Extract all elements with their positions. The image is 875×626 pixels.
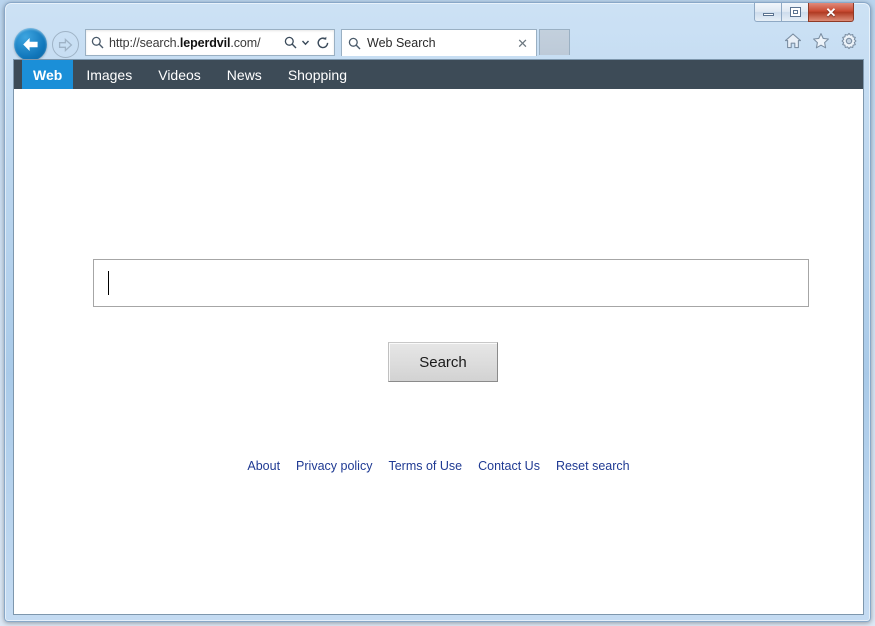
nav-item-shopping[interactable]: Shopping: [275, 60, 360, 89]
back-button[interactable]: [14, 28, 47, 61]
desktop-background: ✕ http://search.leperdvil.com/ Web Searc…: [0, 0, 875, 626]
new-tab-button[interactable]: [539, 29, 570, 55]
search-input[interactable]: [93, 259, 809, 307]
tab-close-icon[interactable]: ✕: [515, 37, 530, 50]
refresh-icon[interactable]: [316, 36, 330, 50]
nav-item-label: Shopping: [287, 66, 347, 83]
search-page-body: Search About Privacy policy Terms of Use…: [14, 89, 863, 614]
address-url-text: http://search.leperdvil.com/: [109, 35, 261, 50]
footer-links: About Privacy policy Terms of Use Contac…: [14, 459, 863, 473]
chevron-down-icon[interactable]: [301, 38, 310, 47]
minimize-icon: [762, 13, 774, 16]
favorites-icon[interactable]: [812, 32, 830, 50]
footer-link-about[interactable]: About: [247, 459, 280, 473]
gear-icon[interactable]: [840, 32, 858, 50]
title-bar: ✕: [5, 3, 872, 25]
forward-button[interactable]: [52, 31, 79, 58]
maximize-button[interactable]: [781, 3, 809, 22]
restore-icon: [789, 7, 801, 17]
footer-link-contact-us[interactable]: Contact Us: [478, 459, 540, 473]
browser-tab[interactable]: Web Search ✕: [341, 29, 537, 56]
tab-strip: Web Search ✕: [341, 29, 570, 56]
address-search-icon[interactable]: [284, 36, 297, 49]
site-navigation: Web Images Videos News Shopping: [14, 60, 863, 89]
close-icon: ✕: [825, 4, 837, 20]
nav-item-videos[interactable]: Videos: [145, 60, 214, 89]
footer-link-privacy-policy[interactable]: Privacy policy: [296, 459, 372, 473]
nav-item-label: News: [226, 66, 262, 83]
browser-window: ✕ http://search.leperdvil.com/ Web Searc…: [4, 2, 871, 622]
minimize-button[interactable]: [754, 3, 782, 22]
page-content: Web Images Videos News Shopping Search A…: [13, 59, 864, 615]
nav-item-label: Images: [86, 66, 133, 83]
nav-item-news[interactable]: News: [214, 60, 275, 89]
tab-favicon-search-icon: [348, 37, 361, 50]
browser-toolbar: http://search.leperdvil.com/ Web Search …: [5, 25, 872, 61]
footer-link-terms-of-use[interactable]: Terms of Use: [388, 459, 462, 473]
footer-link-reset-search[interactable]: Reset search: [556, 459, 630, 473]
nav-item-label: Web: [33, 66, 63, 83]
window-controls: ✕: [754, 3, 854, 22]
nav-item-images[interactable]: Images: [73, 60, 145, 89]
search-icon: [91, 36, 104, 49]
address-bar[interactable]: http://search.leperdvil.com/: [85, 29, 335, 56]
tab-title: Web Search: [367, 36, 436, 50]
back-arrow-icon: [23, 38, 38, 51]
forward-arrow-icon: [58, 37, 72, 52]
nav-item-label: Videos: [158, 66, 201, 83]
close-window-button[interactable]: ✕: [808, 3, 854, 22]
search-button[interactable]: Search: [388, 342, 498, 382]
text-caret: [108, 271, 109, 295]
browser-tool-icons: [784, 32, 858, 50]
home-icon[interactable]: [784, 32, 802, 50]
nav-item-web[interactable]: Web: [22, 60, 74, 89]
